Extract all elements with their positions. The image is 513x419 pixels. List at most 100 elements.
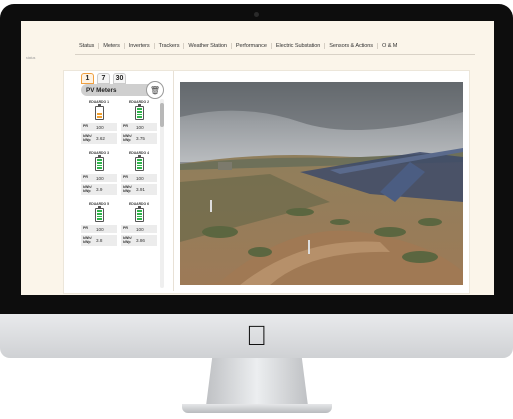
battery-level-bar [136, 212, 142, 215]
trash-icon[interactable]: 🗑 [146, 81, 164, 99]
meter-card[interactable]: EDUARDO 5 PR 100 kWh/ kWp 3.8 [81, 202, 117, 248]
battery-level-bar [136, 161, 142, 164]
pr-stat: PR 100 [121, 123, 157, 131]
battery-level-bar [136, 215, 142, 218]
meter-row: EDUARDO 5 PR 100 kWh/ kWp 3.8 EDUARDO 6 PR 100 k… [81, 202, 159, 248]
meter-list: EDUARDO 1 PR 100 kWh/ kWp 3.62 EDUARDO 2 PR 100… [81, 100, 159, 289]
kwh-stat: kWh/ kWp 3.8 [81, 235, 117, 246]
pr-label: PR [83, 175, 88, 180]
battery-level-bar [96, 210, 102, 212]
battery-level-bar [96, 116, 102, 118]
battery-level-bar [96, 164, 102, 167]
pr-value: 100 [136, 175, 144, 181]
kwh-stat: kWh/ kWp 3.62 [81, 133, 117, 144]
battery-icon [134, 206, 144, 222]
nav-item-trackers[interactable]: Trackers [155, 43, 185, 49]
pr-stat: PR 100 [121, 174, 157, 182]
nav-item-electric-substation[interactable]: Electric Substation [272, 43, 326, 49]
imac-chin:  [0, 314, 513, 358]
kwh-label: kWh/ kWp [123, 133, 132, 142]
battery-level-bar [136, 110, 142, 113]
pr-stat: PR 100 [81, 174, 117, 182]
battery-icon [94, 206, 104, 222]
meter-card[interactable]: EDUARDO 3 PR 100 kWh/ kWp 3.9 [81, 151, 117, 197]
battery-icon [134, 155, 144, 171]
battery-level-bar [96, 113, 102, 115]
battery-level-bar [136, 116, 142, 118]
pr-stat: PR 100 [121, 225, 157, 233]
imac-stand-neck [206, 358, 308, 406]
kwh-value: 3.62 [96, 136, 105, 141]
battery-icon [94, 155, 104, 171]
meter-card[interactable]: EDUARDO 6 PR 100 kWh/ kWp 3.86 [121, 202, 157, 248]
main-nav: Status Meters Inverters Trackers Weather Sta… [75, 38, 475, 55]
pr-value: 100 [136, 124, 144, 130]
meter-row: EDUARDO 1 PR 100 kWh/ kWp 3.62 EDUARDO 2 PR 100… [81, 100, 159, 146]
breadcrumb: status [26, 56, 36, 60]
panel-divider [173, 71, 174, 291]
pr-value: 100 [96, 226, 104, 232]
battery-level-bar [96, 167, 102, 169]
imac-stand-foot [182, 404, 332, 413]
webcam [254, 12, 259, 17]
battery-level-bar [136, 108, 142, 110]
kwh-label: kWh/ kWp [83, 184, 92, 193]
apple-logo:  [246, 322, 267, 350]
kwh-stat: kWh/ kWp 3.86 [121, 235, 157, 246]
kwh-label: kWh/ kWp [83, 133, 92, 142]
battery-level-bar [96, 161, 102, 164]
kwh-value: 3.75 [136, 136, 145, 141]
period-tabs: 1 7 30 [81, 73, 126, 84]
nav-item-status[interactable]: Status [75, 43, 100, 49]
scrollbar-thumb[interactable] [160, 103, 164, 127]
period-tab-1[interactable]: 1 [81, 73, 94, 84]
meter-list-scrollbar[interactable] [160, 99, 164, 288]
nav-item-inverters[interactable]: Inverters [125, 43, 155, 49]
battery-level-bar [96, 212, 102, 215]
pr-stat: PR 100 [81, 225, 117, 233]
kwh-value: 3.91 [136, 187, 145, 192]
nav-item-weather-station[interactable]: Weather Station [184, 43, 232, 49]
nav-item-meters[interactable]: Meters [99, 43, 125, 49]
nav-item-performance[interactable]: Performance [232, 43, 272, 49]
kwh-stat: kWh/ kWp 3.91 [121, 184, 157, 195]
battery-level-bar [136, 159, 142, 161]
kwh-label: kWh/ kWp [123, 235, 132, 244]
kwh-value: 3.86 [136, 238, 145, 243]
battery-level-bar [136, 210, 142, 212]
site-camera-image [180, 82, 463, 285]
pr-stat: PR 100 [81, 123, 117, 131]
kwh-label: kWh/ kWp [123, 184, 132, 193]
pr-value: 100 [96, 124, 104, 130]
battery-icon [94, 104, 104, 120]
kwh-value: 3.8 [96, 238, 103, 243]
pr-label: PR [83, 124, 88, 129]
period-tab-7[interactable]: 7 [97, 73, 110, 84]
imac-mockup: Status Meters Inverters Trackers Weather Sta… [0, 0, 513, 419]
kwh-stat: kWh/ kWp 3.9 [81, 184, 117, 195]
battery-level-bar [136, 167, 142, 169]
battery-level-bar [96, 159, 102, 161]
pr-label: PR [123, 226, 128, 231]
solar-plant-photo [180, 82, 463, 285]
meter-card[interactable]: EDUARDO 1 PR 100 kWh/ kWp 3.62 [81, 100, 117, 146]
meter-card[interactable]: EDUARDO 2 PR 100 kWh/ kWp 3.75 [121, 100, 157, 146]
period-tab-30[interactable]: 30 [113, 73, 126, 84]
kwh-label: kWh/ kWp [83, 235, 92, 244]
dashboard-panel: 1 7 30 PV Meters 🗑 EDUARDO 1 PR 100 kWh/ kW… [63, 70, 470, 294]
battery-level-bar [136, 164, 142, 167]
pr-value: 100 [136, 226, 144, 232]
battery-level-bar [136, 113, 142, 116]
battery-icon [134, 104, 144, 120]
nav-item-o-m[interactable]: O & M [378, 43, 401, 49]
battery-level-bar [96, 215, 102, 218]
kwh-stat: kWh/ kWp 3.75 [121, 133, 157, 144]
pr-label: PR [123, 175, 128, 180]
meter-row: EDUARDO 3 PR 100 kWh/ kWp 3.9 EDUARDO 4 PR 100 k… [81, 151, 159, 197]
pv-meters-widget: 1 7 30 PV Meters 🗑 EDUARDO 1 PR 100 kWh/ kW… [67, 71, 169, 290]
pr-label: PR [83, 226, 88, 231]
battery-level-bar [96, 218, 102, 220]
nav-item-sensors-actions[interactable]: Sensors & Actions [325, 43, 378, 49]
meter-card[interactable]: EDUARDO 4 PR 100 kWh/ kWp 3.91 [121, 151, 157, 197]
pv-meters-header: PV Meters 🗑 [81, 81, 164, 99]
